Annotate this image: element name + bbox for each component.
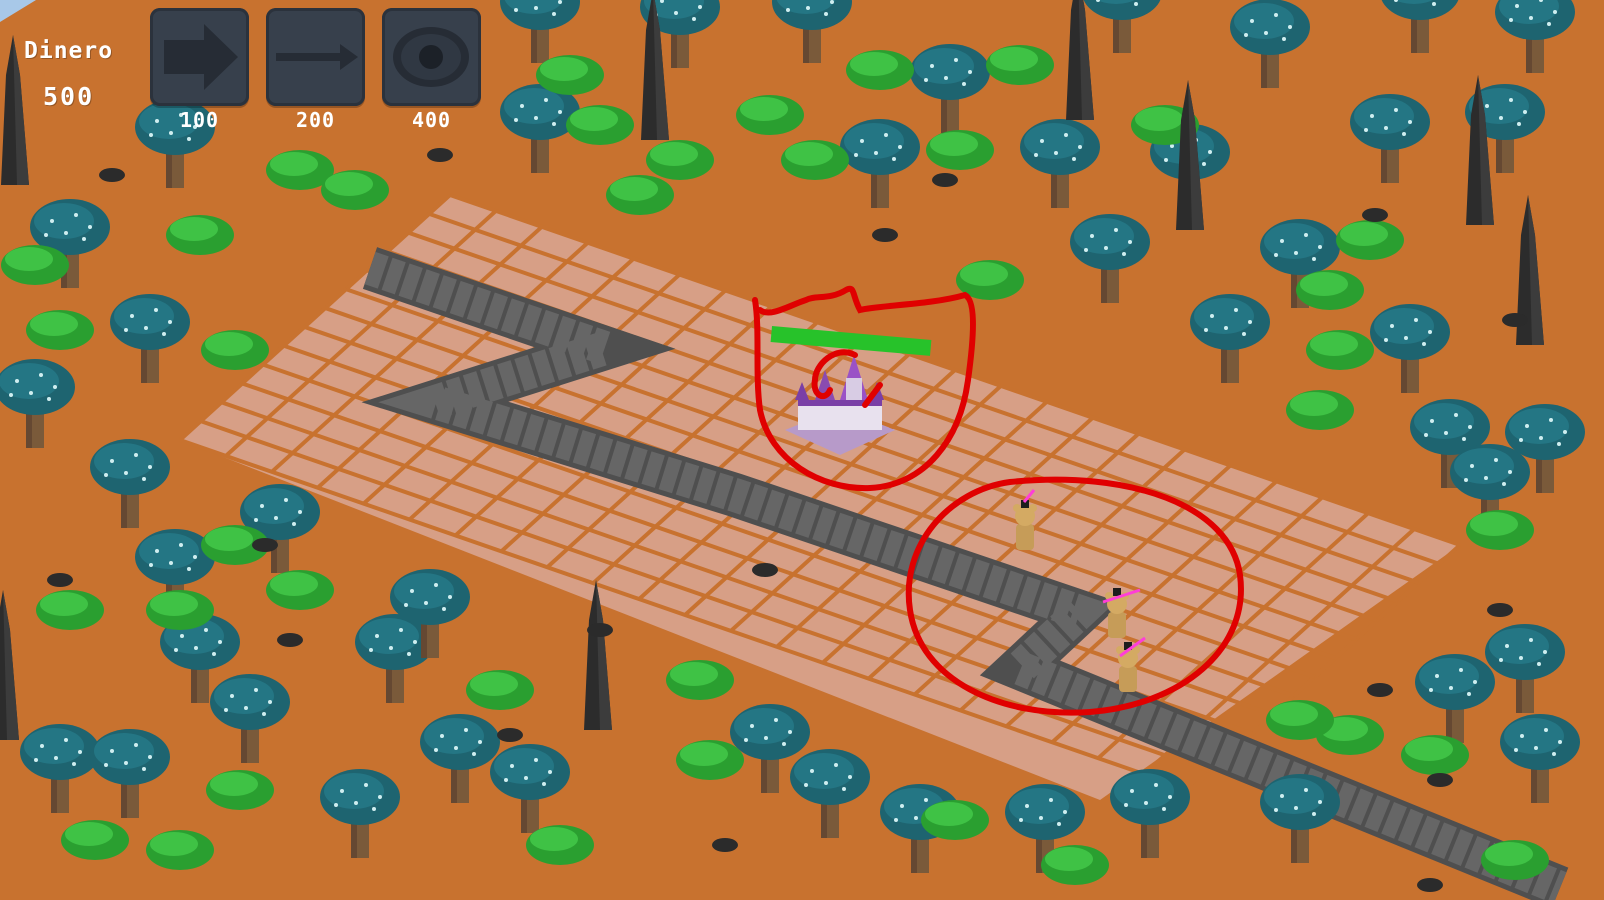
rock xyxy=(1367,683,1393,697)
bush xyxy=(1041,845,1109,885)
bush xyxy=(986,45,1054,85)
arrow-tower-button[interactable] xyxy=(150,8,249,106)
bush xyxy=(1481,840,1549,880)
arrow-tower-icon xyxy=(164,24,238,90)
money-value: 500 xyxy=(43,82,95,111)
lance-tower-button[interactable] xyxy=(266,8,365,106)
rock xyxy=(277,633,303,647)
bush xyxy=(1306,330,1374,370)
rock xyxy=(1427,773,1453,787)
money-label: Dinero xyxy=(24,38,114,64)
rock xyxy=(932,173,958,187)
bush xyxy=(1,245,69,285)
rock xyxy=(99,168,125,182)
bush xyxy=(781,140,849,180)
bush xyxy=(646,140,714,180)
bush xyxy=(526,825,594,865)
bush xyxy=(466,670,534,710)
hud: Dinero 500 100 200 400 xyxy=(0,0,520,140)
bush xyxy=(926,130,994,170)
bush xyxy=(1296,270,1364,310)
arrow-tower-cost: 100 xyxy=(179,108,220,132)
rock xyxy=(252,538,278,552)
bush xyxy=(321,170,389,210)
bush xyxy=(736,95,804,135)
bush xyxy=(1401,735,1469,775)
eye-tower-cost: 400 xyxy=(411,108,452,132)
bush xyxy=(1266,700,1334,740)
rock xyxy=(427,148,453,162)
bush xyxy=(26,310,94,350)
rock xyxy=(872,228,898,242)
eye-tower-button[interactable] xyxy=(382,8,481,106)
bush xyxy=(1466,510,1534,550)
bush xyxy=(921,800,989,840)
rock xyxy=(587,623,613,637)
bush xyxy=(146,590,214,630)
rock xyxy=(712,838,738,852)
bush xyxy=(146,830,214,870)
bush xyxy=(61,820,129,860)
bush xyxy=(666,660,734,700)
bush xyxy=(606,175,674,215)
rock xyxy=(1362,208,1388,222)
rock xyxy=(1502,313,1528,327)
bush xyxy=(166,215,234,255)
rock xyxy=(752,563,778,577)
bush xyxy=(36,590,104,630)
bush xyxy=(266,570,334,610)
bush xyxy=(206,770,274,810)
lance-tower-icon xyxy=(276,44,358,70)
bush xyxy=(846,50,914,90)
lance-tower-cost: 200 xyxy=(295,108,336,132)
rock xyxy=(1417,878,1443,892)
eye-tower-icon xyxy=(393,27,469,87)
bush xyxy=(1286,390,1354,430)
bush xyxy=(1336,220,1404,260)
bush xyxy=(536,55,604,95)
rock xyxy=(1487,603,1513,617)
rock xyxy=(47,573,73,587)
rock xyxy=(497,728,523,742)
bush xyxy=(566,105,634,145)
bush xyxy=(676,740,744,780)
bush xyxy=(201,330,269,370)
